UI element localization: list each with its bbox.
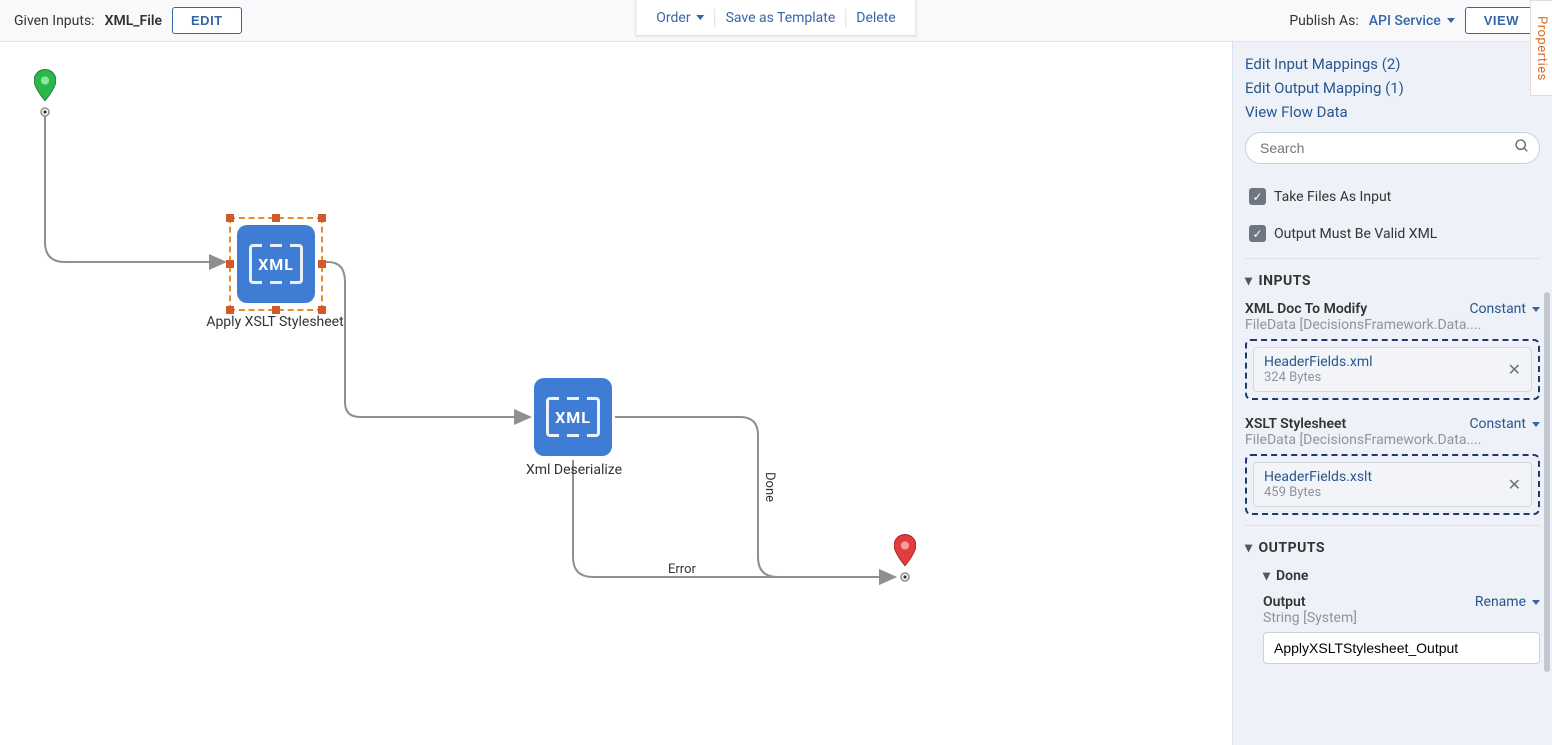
- node-xml-deserialize[interactable]: XML: [534, 378, 612, 456]
- properties-search: [1245, 132, 1540, 164]
- view-button[interactable]: VIEW: [1465, 7, 1538, 34]
- xml-doc-file-chip: HeaderFields.xml 324 Bytes ✕: [1253, 347, 1532, 392]
- chevron-down-icon: [1532, 307, 1540, 312]
- center-actions: Order Save as Template Delete: [635, 0, 916, 36]
- output-label: Output: [1263, 594, 1306, 610]
- chevron-down-icon: ▾: [1263, 568, 1270, 584]
- inputs-section-header[interactable]: ▾ INPUTS: [1245, 258, 1540, 295]
- properties-tab-label: Properties: [1534, 16, 1549, 81]
- edit-input-mappings-link[interactable]: Edit Input Mappings (2): [1245, 52, 1540, 76]
- publish-dropdown[interactable]: API Service: [1369, 13, 1455, 29]
- xml-doc-file-size: 324 Bytes: [1264, 370, 1373, 385]
- edit-output-mapping-link[interactable]: Edit Output Mapping (1): [1245, 76, 1540, 100]
- xml-doc-mode-dropdown[interactable]: Constant: [1469, 301, 1540, 317]
- check-icon: ✓: [1249, 188, 1266, 205]
- xslt-file-drop[interactable]: HeaderFields.xslt 459 Bytes ✕: [1245, 454, 1540, 515]
- chevron-down-icon: [1447, 18, 1455, 23]
- xslt-file-chip: HeaderFields.xslt 459 Bytes ✕: [1253, 462, 1532, 507]
- save-template-button[interactable]: Save as Template: [716, 10, 846, 26]
- resize-handle[interactable]: [318, 306, 326, 314]
- chevron-down-icon: ▾: [1245, 540, 1253, 556]
- remove-file-icon[interactable]: ✕: [1500, 475, 1521, 494]
- xml-icon: XML: [237, 225, 315, 303]
- output-name-input[interactable]: [1263, 632, 1540, 664]
- xslt-type: FileData [DecisionsFramework.Data....: [1245, 432, 1540, 454]
- edge-done-label: Done: [762, 472, 777, 502]
- valid-xml-checkbox[interactable]: ✓ Output Must Be Valid XML: [1245, 215, 1540, 252]
- node-apply-xslt-label: Apply XSLT Stylesheet: [175, 314, 375, 330]
- remove-file-icon[interactable]: ✕: [1500, 360, 1521, 379]
- chevron-down-icon: [1532, 422, 1540, 427]
- end-node[interactable]: [894, 534, 916, 568]
- edge-error-label: Error: [668, 562, 696, 577]
- resize-handle[interactable]: [226, 260, 234, 268]
- inputs-title: INPUTS: [1259, 273, 1311, 289]
- xml-doc-file-drop[interactable]: HeaderFields.xml 324 Bytes ✕: [1245, 339, 1540, 400]
- xml-doc-file-name: HeaderFields.xml: [1264, 354, 1373, 370]
- resize-handle[interactable]: [272, 214, 280, 222]
- valid-xml-label: Output Must Be Valid XML: [1274, 226, 1437, 242]
- rename-dropdown[interactable]: Rename: [1475, 594, 1540, 610]
- scrollbar[interactable]: [1544, 292, 1550, 672]
- chevron-down-icon: [697, 15, 705, 20]
- xml-doc-type: FileData [DecisionsFramework.Data....: [1245, 317, 1540, 339]
- delete-button[interactable]: Delete: [846, 10, 905, 26]
- take-files-checkbox[interactable]: ✓ Take Files As Input: [1245, 178, 1540, 215]
- check-icon: ✓: [1249, 225, 1266, 242]
- chevron-down-icon: [1532, 600, 1540, 605]
- order-dropdown[interactable]: Order: [646, 10, 714, 26]
- properties-panel: Edit Input Mappings (2) Edit Output Mapp…: [1232, 42, 1552, 745]
- start-node[interactable]: [34, 69, 56, 103]
- xml-doc-label: XML Doc To Modify: [1245, 301, 1367, 317]
- resize-handle[interactable]: [226, 214, 234, 222]
- search-input[interactable]: [1245, 132, 1540, 164]
- done-title: Done: [1276, 568, 1308, 584]
- flow-canvas[interactable]: XML Apply XSLT Stylesheet XML Xml Deseri…: [0, 42, 1232, 745]
- node-xml-deserialize-label: Xml Deserialize: [474, 462, 674, 478]
- xslt-label: XSLT Stylesheet: [1245, 416, 1346, 432]
- resize-handle[interactable]: [318, 260, 326, 268]
- node-apply-xslt[interactable]: XML: [229, 217, 323, 311]
- view-flow-data-link[interactable]: View Flow Data: [1245, 100, 1540, 124]
- order-label: Order: [656, 10, 690, 26]
- xslt-file-size: 459 Bytes: [1264, 485, 1372, 500]
- xslt-file-name: HeaderFields.xslt: [1264, 469, 1372, 485]
- search-icon: [1514, 138, 1530, 158]
- edit-button[interactable]: EDIT: [172, 7, 242, 34]
- xslt-mode-dropdown[interactable]: Constant: [1469, 416, 1540, 432]
- output-type: String [System]: [1245, 610, 1540, 632]
- outputs-title: OUTPUTS: [1259, 540, 1326, 556]
- publish-label: Publish As:: [1289, 13, 1358, 29]
- properties-side-tab[interactable]: Properties: [1530, 0, 1552, 96]
- main-area: XML Apply XSLT Stylesheet XML Xml Deseri…: [0, 42, 1552, 745]
- given-inputs-label: Given Inputs:: [14, 13, 95, 29]
- publish-group: Publish As: API Service VIEW: [1289, 7, 1538, 34]
- done-subsection[interactable]: ▾ Done: [1245, 562, 1540, 588]
- resize-handle[interactable]: [272, 306, 280, 314]
- take-files-label: Take Files As Input: [1274, 189, 1391, 205]
- top-toolbar: Given Inputs: XML_File EDIT Order Save a…: [0, 0, 1552, 42]
- publish-value-text: API Service: [1369, 13, 1441, 29]
- outputs-section-header[interactable]: ▾ OUTPUTS: [1245, 525, 1540, 562]
- given-inputs-group: Given Inputs: XML_File EDIT: [14, 7, 242, 34]
- given-inputs-value: XML_File: [105, 13, 162, 29]
- chevron-down-icon: ▾: [1245, 273, 1253, 289]
- resize-handle[interactable]: [226, 306, 234, 314]
- resize-handle[interactable]: [318, 214, 326, 222]
